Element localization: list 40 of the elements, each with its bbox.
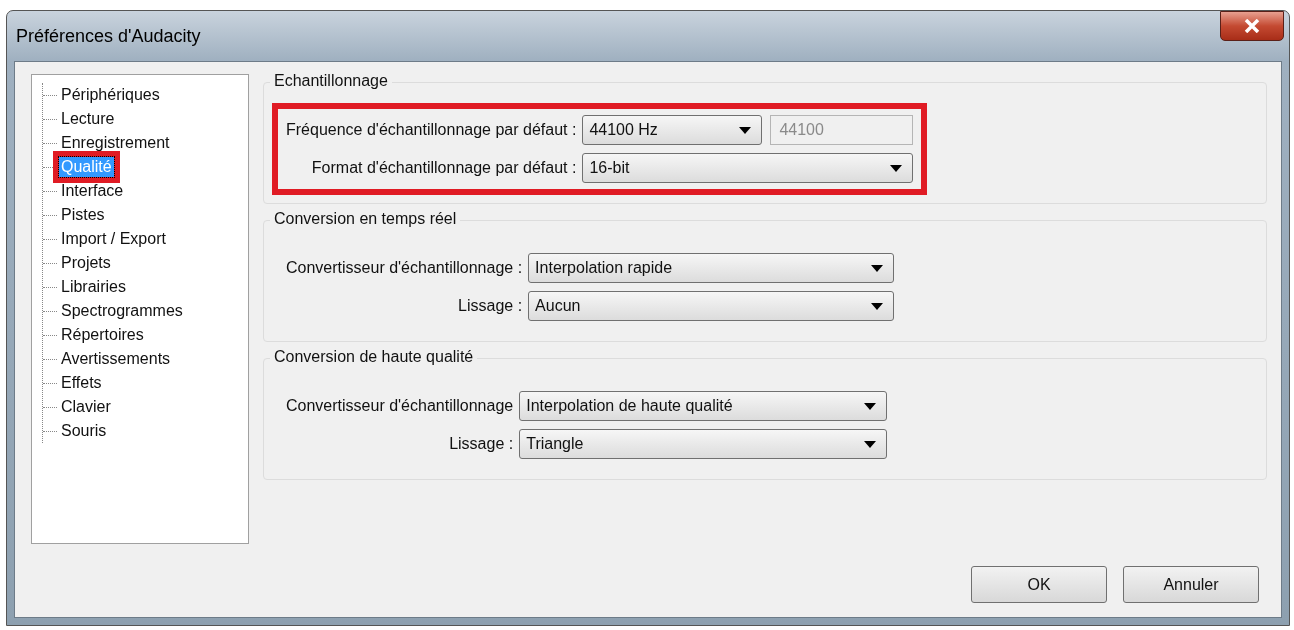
dropdown[interactable]: 16-bit: [582, 153, 914, 183]
field-label: Convertisseur d'échantillonnage :: [286, 259, 523, 277]
caret-icon: [890, 164, 903, 172]
caret-icon: [864, 440, 877, 448]
tree-item[interactable]: Interface: [59, 181, 126, 201]
tree-item[interactable]: Librairies: [59, 277, 128, 297]
caret-icon: [739, 126, 752, 134]
field-label: Fréquence d'échantillonnage par défaut :: [286, 121, 577, 139]
dropdown[interactable]: Aucun: [528, 291, 895, 321]
dropdown[interactable]: 44100 Hz: [582, 115, 763, 145]
dialog-button[interactable]: OK: [971, 566, 1107, 603]
field-label: Format d'échantillonnage par défaut :: [310, 159, 577, 177]
caret-icon: [864, 402, 877, 410]
tree-item[interactable]: Avertissements: [59, 349, 173, 369]
tree-item[interactable]: Enregistrement: [59, 133, 172, 153]
dropdown[interactable]: Triangle: [519, 429, 888, 459]
group-title: Echantillonnage: [270, 72, 392, 90]
field-label: Convertisseur d'échantillonnage: [286, 397, 514, 415]
tree-item[interactable]: Répertoires: [59, 325, 146, 345]
tree-item[interactable]: Projets: [59, 253, 113, 273]
tree-item[interactable]: Spectrogrammes: [59, 301, 185, 321]
caret-icon: [871, 302, 884, 310]
tree-item[interactable]: Clavier: [59, 397, 113, 417]
tree-item[interactable]: Import / Export: [59, 229, 168, 249]
tree-item[interactable]: Lecture: [59, 109, 117, 129]
tree-item[interactable]: Souris: [59, 421, 109, 441]
dialog-button[interactable]: Annuler: [1123, 566, 1259, 603]
tree-item[interactable]: Périphériques: [59, 85, 162, 105]
dropdown[interactable]: Interpolation rapide: [528, 253, 895, 283]
dropdown[interactable]: Interpolation de haute qualité: [519, 391, 888, 421]
close-button[interactable]: [1220, 11, 1284, 41]
group-title: Conversion en temps réel: [270, 210, 461, 228]
caret-icon: [871, 264, 884, 272]
group-title: Conversion de haute qualité: [270, 348, 478, 366]
tree-item[interactable]: Pistes: [59, 205, 107, 225]
window-title: Préférences d'Audacity: [15, 25, 201, 47]
field-label: Lissage :: [448, 435, 514, 453]
close-icon: [1244, 19, 1260, 33]
tree-item[interactable]: Effets: [59, 373, 104, 393]
field-label: Lissage :: [457, 297, 523, 315]
